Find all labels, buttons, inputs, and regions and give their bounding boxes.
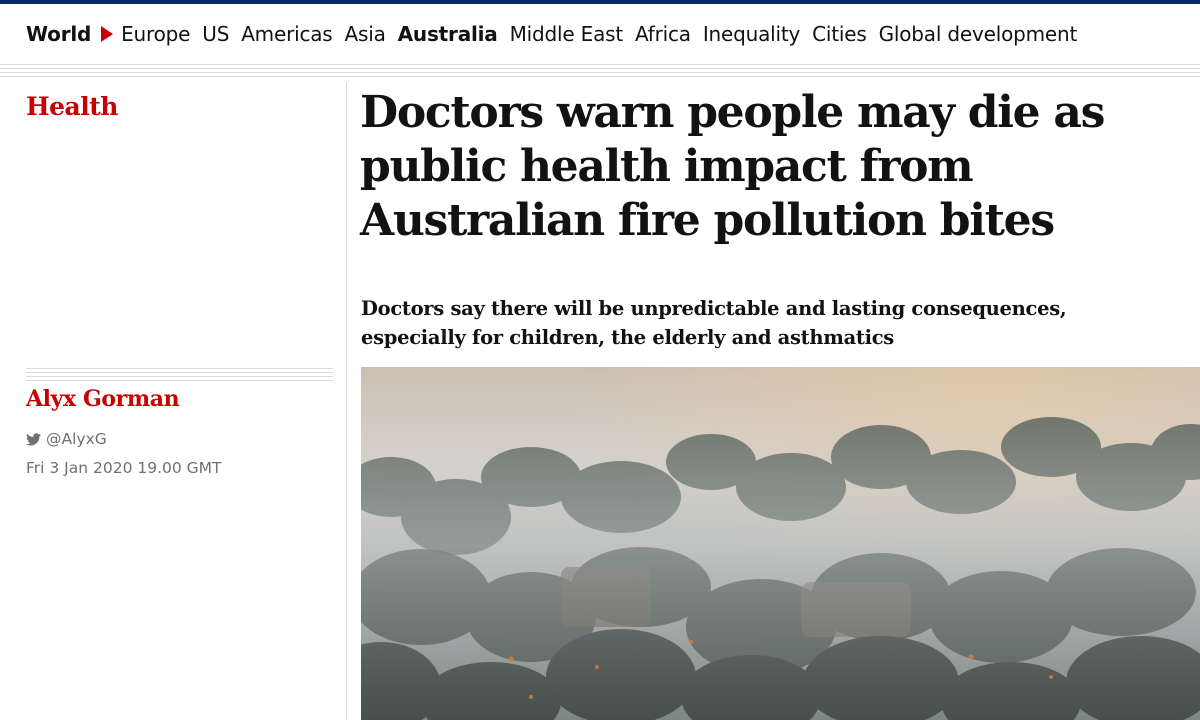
author-byline[interactable]: Alyx Gorman [26,386,180,412]
publication-date: Fri 3 Jan 2020 19.00 GMT [26,459,222,477]
subnav-item-africa[interactable]: Africa [635,22,691,46]
column-divider [346,82,347,720]
subnav-item-middle-east[interactable]: Middle East [510,22,624,46]
meta-divider [26,368,333,384]
article-standfirst: Doctors say there will be unpredictable … [361,297,1067,349]
article-headline: Doctors warn people may die as public he… [360,87,1105,246]
subnav-item-asia[interactable]: Asia [345,22,386,46]
subnav-arrow-icon [101,26,114,42]
twitter-icon [26,432,41,445]
header-divider [0,64,1200,80]
subnav-item-australia[interactable]: Australia [398,22,498,46]
subnav-item-cities[interactable]: Cities [812,22,867,46]
subnav-item-us[interactable]: US [202,22,229,46]
hero-image[interactable] [361,367,1200,720]
top-brand-bar [0,0,1200,4]
bushfire-smoke-photo [361,367,1200,720]
subnav-item-americas[interactable]: Americas [241,22,333,46]
subnav-item-world[interactable]: World [26,22,91,46]
subnav-item-inequality[interactable]: Inequality [703,22,801,46]
subnav-item-global-development[interactable]: Global development [879,22,1078,46]
twitter-handle: @AlyxG [46,430,107,448]
subnav-item-europe[interactable]: Europe [121,22,190,46]
section-label-health[interactable]: Health [26,92,118,121]
section-subnav: World Europe US Americas Asia Australia … [26,18,1089,50]
author-twitter-link[interactable]: @AlyxG [26,430,107,448]
